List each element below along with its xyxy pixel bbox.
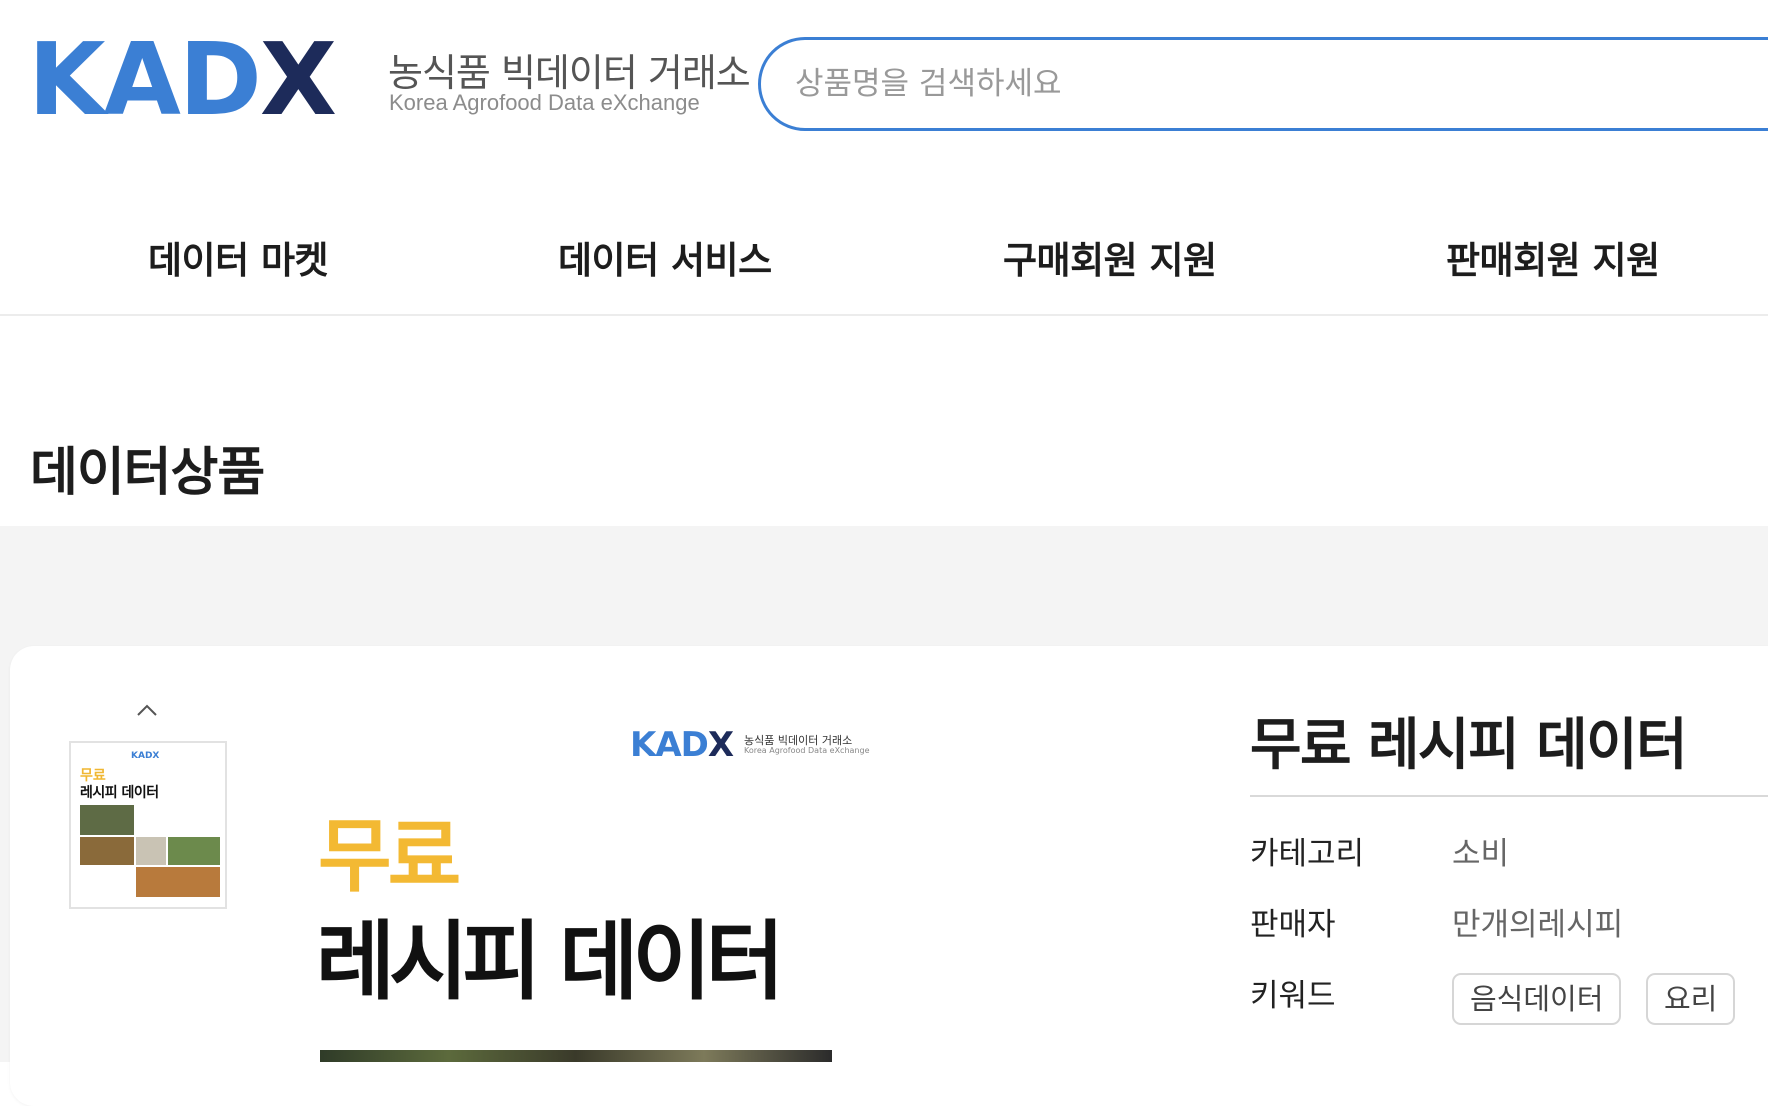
preview-title-1: 무료 [318, 810, 461, 903]
thumbnail-food-photos [80, 805, 220, 897]
nav-item-buyer-support[interactable]: 구매회원 지원 [1003, 230, 1217, 284]
page-title: 데이터상품 [30, 443, 265, 503]
product-title: 무료 레시피 데이터 [1250, 713, 1688, 778]
category-value: 소비 [1452, 836, 1510, 872]
search-input[interactable] [795, 40, 1695, 128]
logo-korean-text: 농식품 빅데이터 거래소 [388, 51, 751, 95]
nav-item-seller-support[interactable]: 판매회원 지원 [1446, 230, 1660, 284]
nav-item-data-service[interactable]: 데이터 서비스 [558, 230, 772, 284]
site-header: KADX 농식품 빅데이터 거래소 Korea Agrofood Data eX… [0, 0, 1768, 170]
nav-item-data-market[interactable]: 데이터 마켓 [148, 230, 329, 284]
keyword-tag[interactable]: 요리 [1646, 973, 1736, 1025]
keyword-label: 키워드 [1250, 978, 1336, 1014]
product-thumbnail[interactable]: KADX 무료 레시피 데이터 [69, 741, 227, 909]
site-logo[interactable]: KADX 농식품 빅데이터 거래소 Korea Agrofood Data eX… [28, 21, 751, 138]
preview-title-2: 레시피 데이터 [316, 912, 785, 1012]
seller-value[interactable]: 만개의레시피 [1452, 899, 1623, 944]
divider [1250, 795, 1768, 797]
preview-food-photo-strip [320, 1050, 832, 1062]
search-bar [758, 37, 1768, 131]
thumbnail-title-2: 레시피 데이터 [80, 785, 159, 801]
preview-logo-english: Korea Agrofood Data eXchange [744, 746, 870, 755]
category-label: 카테고리 [1250, 836, 1365, 872]
seller-label: 판매자 [1250, 907, 1336, 943]
logo-mark: KADX [28, 21, 337, 138]
keyword-tag[interactable]: 음식데이터 [1452, 973, 1622, 1025]
product-preview-image: KADX 농식품 빅데이터 거래소 Korea Agrofood Data eX… [300, 700, 900, 1062]
chevron-up-icon[interactable] [136, 700, 158, 722]
thumbnail-logo: KADX [131, 751, 160, 761]
preview-logo: KADX [630, 725, 734, 765]
logo-english-text: Korea Agrofood Data eXchange [389, 90, 700, 115]
main-nav: 데이터 마켓 데이터 서비스 구매회원 지원 판매회원 지원 [0, 200, 1768, 316]
